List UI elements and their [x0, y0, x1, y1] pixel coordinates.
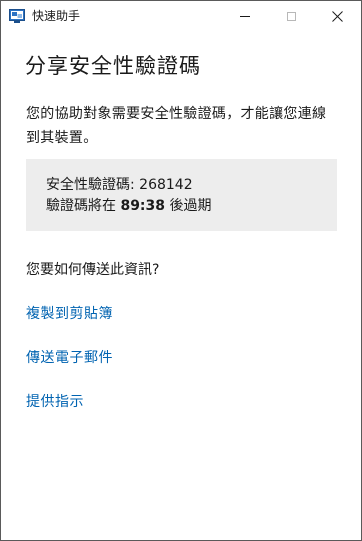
page-title: 分享安全性驗證碼	[25, 54, 201, 78]
close-icon	[331, 10, 343, 22]
expiry-countdown: 89:38	[120, 198, 166, 214]
window-title: 快速助手	[32, 9, 81, 23]
security-code-value: 268142	[139, 177, 193, 193]
title-bar[interactable]: 快速助手	[1, 1, 361, 31]
provide-instructions-link[interactable]: 提供指示	[26, 392, 84, 412]
maximize-icon	[286, 11, 296, 21]
security-code-line: 安全性驗證碼: 268142	[46, 175, 193, 195]
quick-assist-icon	[9, 9, 25, 23]
expiry-suffix: 後過期	[165, 198, 212, 214]
send-email-link[interactable]: 傳送電子郵件	[26, 348, 113, 368]
minimize-button[interactable]	[222, 1, 268, 31]
quick-assist-window: 快速助手 分享安全性驗證碼 您的協助對象需要安全性驗證碼，才能讓您連線到其裝置。…	[0, 0, 362, 541]
maximize-button[interactable]	[268, 1, 314, 31]
send-method-question: 您要如何傳送此資訊?	[26, 262, 160, 278]
copy-to-clipboard-link[interactable]: 複製到剪貼簿	[26, 304, 113, 324]
expiry-prefix: 驗證碼將在	[46, 198, 121, 214]
close-button[interactable]	[314, 1, 360, 31]
expiry-line: 驗證碼將在 89:38 後過期	[46, 196, 211, 216]
security-code-box: 安全性驗證碼: 268142 驗證碼將在 89:38 後過期	[26, 159, 337, 231]
security-code-label: 安全性驗證碼:	[46, 177, 140, 193]
description-text: 您的協助對象需要安全性驗證碼，才能讓您連線到其裝置。	[26, 106, 327, 146]
minimize-icon	[240, 15, 250, 17]
